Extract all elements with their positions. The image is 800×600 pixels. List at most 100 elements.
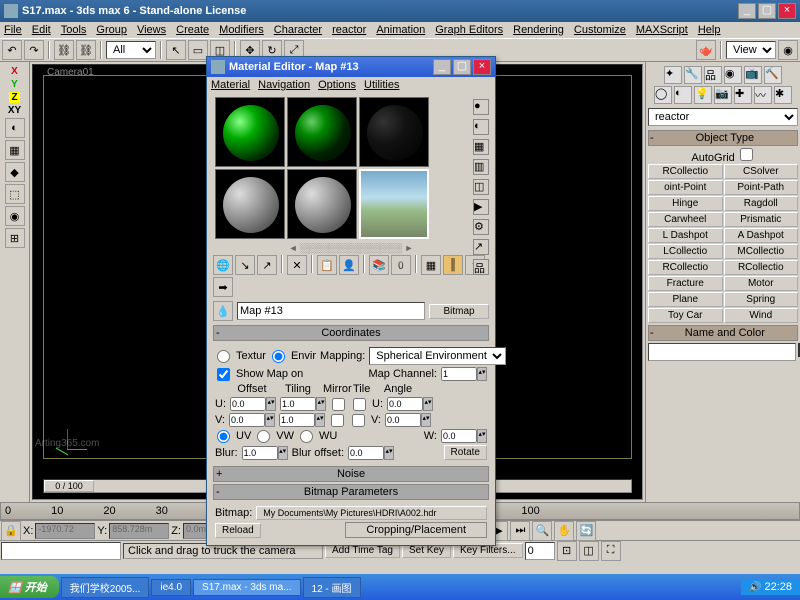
utilities-tab-icon[interactable]: 🔨: [764, 66, 782, 84]
pick-from-obj-icon[interactable]: 💧: [213, 301, 233, 321]
select-by-mat-icon[interactable]: ↗: [473, 239, 489, 255]
v-mirror[interactable]: [331, 414, 344, 427]
uv-radio[interactable]: [217, 430, 230, 443]
btn-plane[interactable]: Plane: [648, 292, 723, 307]
show-end-icon[interactable]: ║: [443, 255, 463, 275]
nav-orbit-icon[interactable]: 🔄: [576, 521, 596, 541]
bluroffset-spinner[interactable]: [348, 446, 384, 460]
reset-map-icon[interactable]: ✕: [287, 255, 307, 275]
nav-zoom-icon[interactable]: 🔍: [532, 521, 552, 541]
showmap-checkbox[interactable]: [217, 368, 230, 381]
preview-icon[interactable]: ▶: [473, 199, 489, 215]
task-4[interactable]: 12 - 画图: [303, 577, 361, 598]
u-offset[interactable]: [230, 397, 266, 411]
reactor-tool-5[interactable]: ◉: [5, 206, 25, 226]
task-1[interactable]: 我们学校2005...: [61, 577, 150, 598]
y-coord[interactable]: 858.728m: [109, 523, 169, 539]
u-angle[interactable]: [387, 397, 423, 411]
btn-ragdoll[interactable]: Ragdoll: [724, 196, 799, 211]
x-coord[interactable]: -1970.72: [35, 523, 95, 539]
btn-mcollection[interactable]: MCollectio: [724, 244, 799, 259]
lock-icon[interactable]: 🔒: [1, 521, 21, 541]
mat-slot-4[interactable]: [215, 169, 285, 239]
menu-animation[interactable]: Animation: [376, 24, 425, 36]
btn-csolver[interactable]: CSolver: [724, 164, 799, 179]
mat-menu-material[interactable]: Material: [211, 79, 250, 91]
lights-icon[interactable]: 💡: [694, 86, 712, 104]
system-tray[interactable]: 🔊 22:28: [741, 579, 800, 595]
go-sibling-icon[interactable]: ➡: [213, 277, 233, 297]
wu-radio[interactable]: [300, 430, 313, 443]
start-button[interactable]: 🪟 开始: [0, 576, 59, 598]
v-offset[interactable]: [229, 413, 265, 427]
modify-tab-icon[interactable]: 🔧: [684, 66, 702, 84]
texture-radio[interactable]: [217, 350, 230, 363]
btn-rcollection2[interactable]: RCollectio: [648, 260, 723, 275]
material-type-button[interactable]: Bitmap: [429, 304, 489, 319]
nav-zoomext-icon[interactable]: ⊡: [557, 541, 577, 561]
mapchannel-spinner[interactable]: [441, 367, 477, 381]
w-angle[interactable]: [441, 429, 477, 443]
name-color-rollout[interactable]: -Name and Color: [648, 325, 798, 341]
background-icon[interactable]: ▦: [473, 139, 489, 155]
current-frame[interactable]: [525, 542, 555, 560]
object-type-rollout[interactable]: -Object Type: [648, 130, 798, 146]
menu-maxscript[interactable]: MAXScript: [636, 24, 688, 36]
btn-prismatic[interactable]: Prismatic: [724, 212, 799, 227]
bitmap-params-rollout[interactable]: -Bitmap Parameters: [213, 484, 489, 500]
btn-pointpoint[interactable]: oint-Point: [648, 180, 723, 195]
menu-views[interactable]: Views: [137, 24, 166, 36]
btn-spring[interactable]: Spring: [724, 292, 799, 307]
menu-group[interactable]: Group: [96, 24, 127, 36]
menu-modifiers[interactable]: Modifiers: [219, 24, 264, 36]
axis-center-button[interactable]: ◉: [778, 40, 798, 60]
bitmap-path-button[interactable]: My Documents\My Pictures\HDRI\A002.hdr: [256, 506, 487, 520]
u-tile[interactable]: [353, 398, 366, 411]
v-angle[interactable]: [385, 413, 421, 427]
redo-button[interactable]: ↷: [24, 40, 44, 60]
reload-button[interactable]: Reload: [215, 523, 261, 538]
select-button[interactable]: ↖: [166, 40, 186, 60]
btn-fracture[interactable]: Fracture: [648, 276, 723, 291]
reactor-tool-1[interactable]: ◐: [5, 118, 25, 138]
btn-pointpath[interactable]: Point-Path: [724, 180, 799, 195]
reactor-tool-6[interactable]: ⊞: [5, 228, 25, 248]
mat-id-icon[interactable]: 0️: [391, 255, 411, 275]
video-check-icon[interactable]: ◫: [473, 179, 489, 195]
dialog-maximize[interactable]: ▢: [453, 59, 471, 75]
btn-hinge[interactable]: Hinge: [648, 196, 723, 211]
maximize-button[interactable]: ▢: [758, 3, 776, 19]
menu-reactor[interactable]: reactor: [332, 24, 366, 36]
reactor-tool-3[interactable]: ◆: [5, 162, 25, 182]
btn-lcollection[interactable]: LCollectio: [648, 244, 723, 259]
btn-carwheel[interactable]: Carwheel: [648, 212, 723, 227]
sample-uv-icon[interactable]: ▥: [473, 159, 489, 175]
vw-radio[interactable]: [257, 430, 270, 443]
hierarchy-tab-icon[interactable]: 品: [704, 66, 722, 84]
task-2[interactable]: ie4.0: [151, 579, 191, 596]
motion-tab-icon[interactable]: ◉: [724, 66, 742, 84]
cameras-icon[interactable]: 📷: [714, 86, 732, 104]
btn-wind[interactable]: Wind: [724, 308, 799, 323]
render-button[interactable]: 🫖: [696, 40, 716, 60]
btn-rcollection[interactable]: RCollectio: [648, 164, 723, 179]
make-copy-icon[interactable]: 📋: [317, 255, 337, 275]
btn-motor[interactable]: Motor: [724, 276, 799, 291]
selection-filter[interactable]: All: [106, 41, 156, 59]
unlink-button[interactable]: ⛓: [76, 40, 96, 60]
ref-coord-system[interactable]: View: [726, 41, 776, 59]
time-slider-thumb[interactable]: 0 / 100: [44, 480, 94, 492]
mat-slot-2[interactable]: [287, 97, 357, 167]
nav-pan-icon[interactable]: ✋: [554, 521, 574, 541]
geometry-icon[interactable]: ◯: [654, 86, 672, 104]
nav-fov-icon[interactable]: ◫: [579, 541, 599, 561]
menu-create[interactable]: Create: [176, 24, 209, 36]
menu-file[interactable]: File: [4, 24, 22, 36]
script-listener[interactable]: [1, 542, 121, 560]
u-tiling[interactable]: [280, 397, 316, 411]
menu-customize[interactable]: Customize: [574, 24, 626, 36]
menu-grapheditors[interactable]: Graph Editors: [435, 24, 503, 36]
mat-map-nav-icon[interactable]: 品: [473, 259, 489, 275]
options-icon[interactable]: ⚙: [473, 219, 489, 235]
helpers-icon[interactable]: ✚: [734, 86, 752, 104]
